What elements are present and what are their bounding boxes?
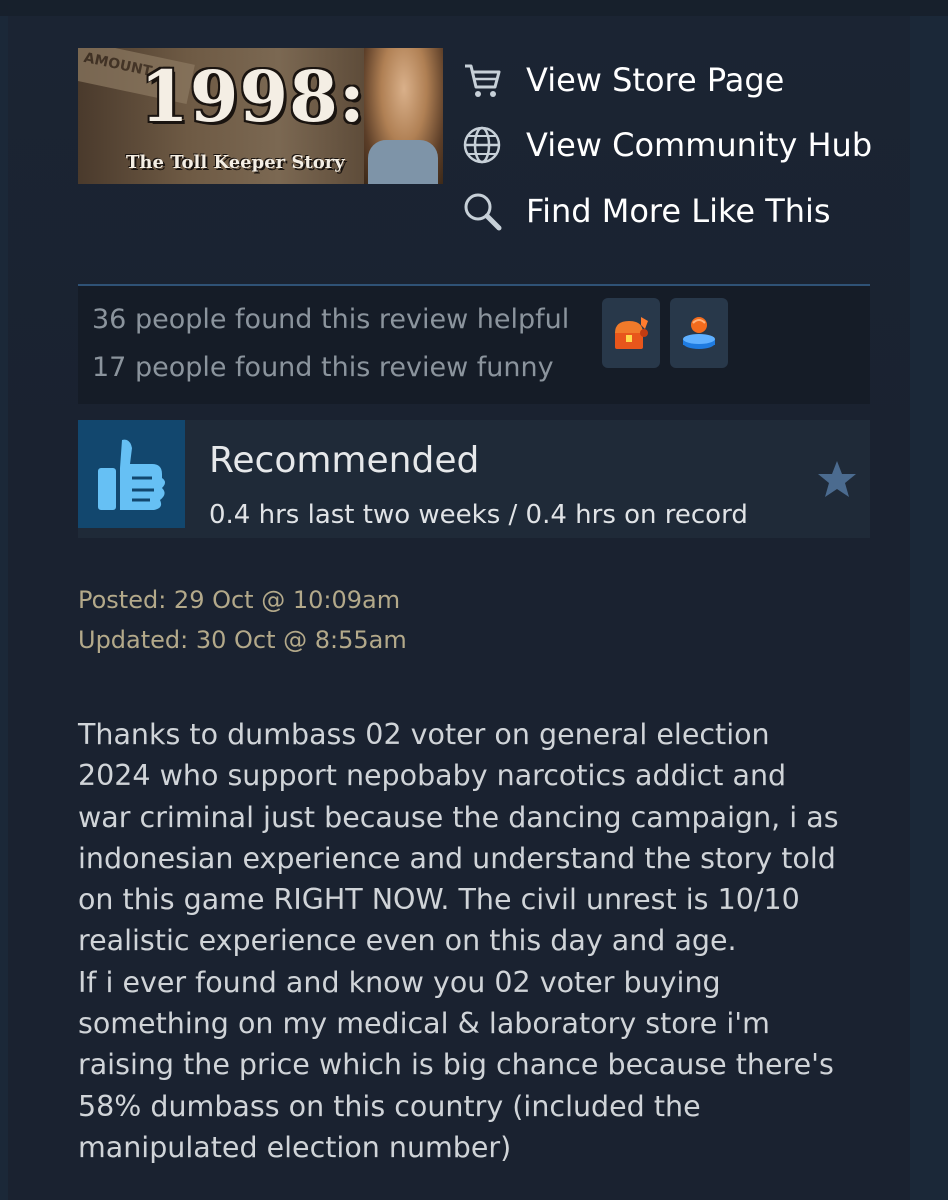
review-line: war criminal just because the dancing ca… xyxy=(78,800,839,834)
game-capsule-image[interactable]: AMOUNT 1998: The Toll Keeper Story xyxy=(78,48,443,184)
funny-count-text: 17 people found this review funny xyxy=(92,352,554,383)
helpful-count-text: 36 people found this review helpful xyxy=(92,304,570,335)
recommendation-verdict: Recommended xyxy=(209,440,480,481)
capsule-character xyxy=(364,48,443,184)
review-line: realistic experience even on this day an… xyxy=(78,924,737,958)
recommendation-box: Recommended 0.4 hrs last two weeks / 0.4… xyxy=(78,420,870,538)
updated-date: Updated: 30 Oct @ 8:55am xyxy=(78,626,407,654)
star-icon[interactable] xyxy=(816,458,858,500)
treasure-chest-award-icon[interactable] xyxy=(602,298,660,368)
thumbs-up-icon xyxy=(78,420,185,528)
review-line: 58% dumbass on this country (included th… xyxy=(78,1089,701,1123)
helpful-votes-box: 36 people found this review helpful 17 p… xyxy=(78,284,870,404)
review-line: Thanks to dumbass 02 voter on general el… xyxy=(78,718,770,751)
view-community-hub-link[interactable]: View Community Hub xyxy=(460,120,872,170)
capsule-subtitle: The Toll Keeper Story xyxy=(126,152,345,173)
find-more-like-this-link[interactable]: Find More Like This xyxy=(460,186,831,236)
review-line: If i ever found and know you 02 voter bu… xyxy=(78,965,721,999)
top-bar xyxy=(0,0,948,16)
link-label: Find More Like This xyxy=(526,192,831,230)
globe-icon xyxy=(460,123,504,167)
cart-icon xyxy=(460,58,504,102)
capsule-title: 1998: xyxy=(140,55,366,138)
boxing-glove-award-icon[interactable] xyxy=(670,298,728,368)
link-label: View Community Hub xyxy=(526,126,873,164)
review-line: manipulated election number) xyxy=(78,1130,512,1164)
review-line: something on my medical & laboratory sto… xyxy=(78,1007,770,1041)
review-line: indonesian experience and understand the… xyxy=(78,841,836,875)
review-line: 2024 who support nepobaby narcotics addi… xyxy=(78,759,787,793)
view-store-page-link[interactable]: View Store Page xyxy=(460,55,784,105)
posted-date: Posted: 29 Oct @ 10:09am xyxy=(78,586,401,614)
link-label: View Store Page xyxy=(526,61,785,99)
review-line: on this game RIGHT NOW. The civil unrest… xyxy=(78,883,800,917)
review-line: raising the price which is big chance be… xyxy=(78,1048,834,1082)
review-body: Thanks to dumbass 02 voter on general el… xyxy=(78,714,878,1168)
search-icon xyxy=(460,189,504,233)
playtime-hours: 0.4 hrs last two weeks / 0.4 hrs on reco… xyxy=(209,500,748,530)
